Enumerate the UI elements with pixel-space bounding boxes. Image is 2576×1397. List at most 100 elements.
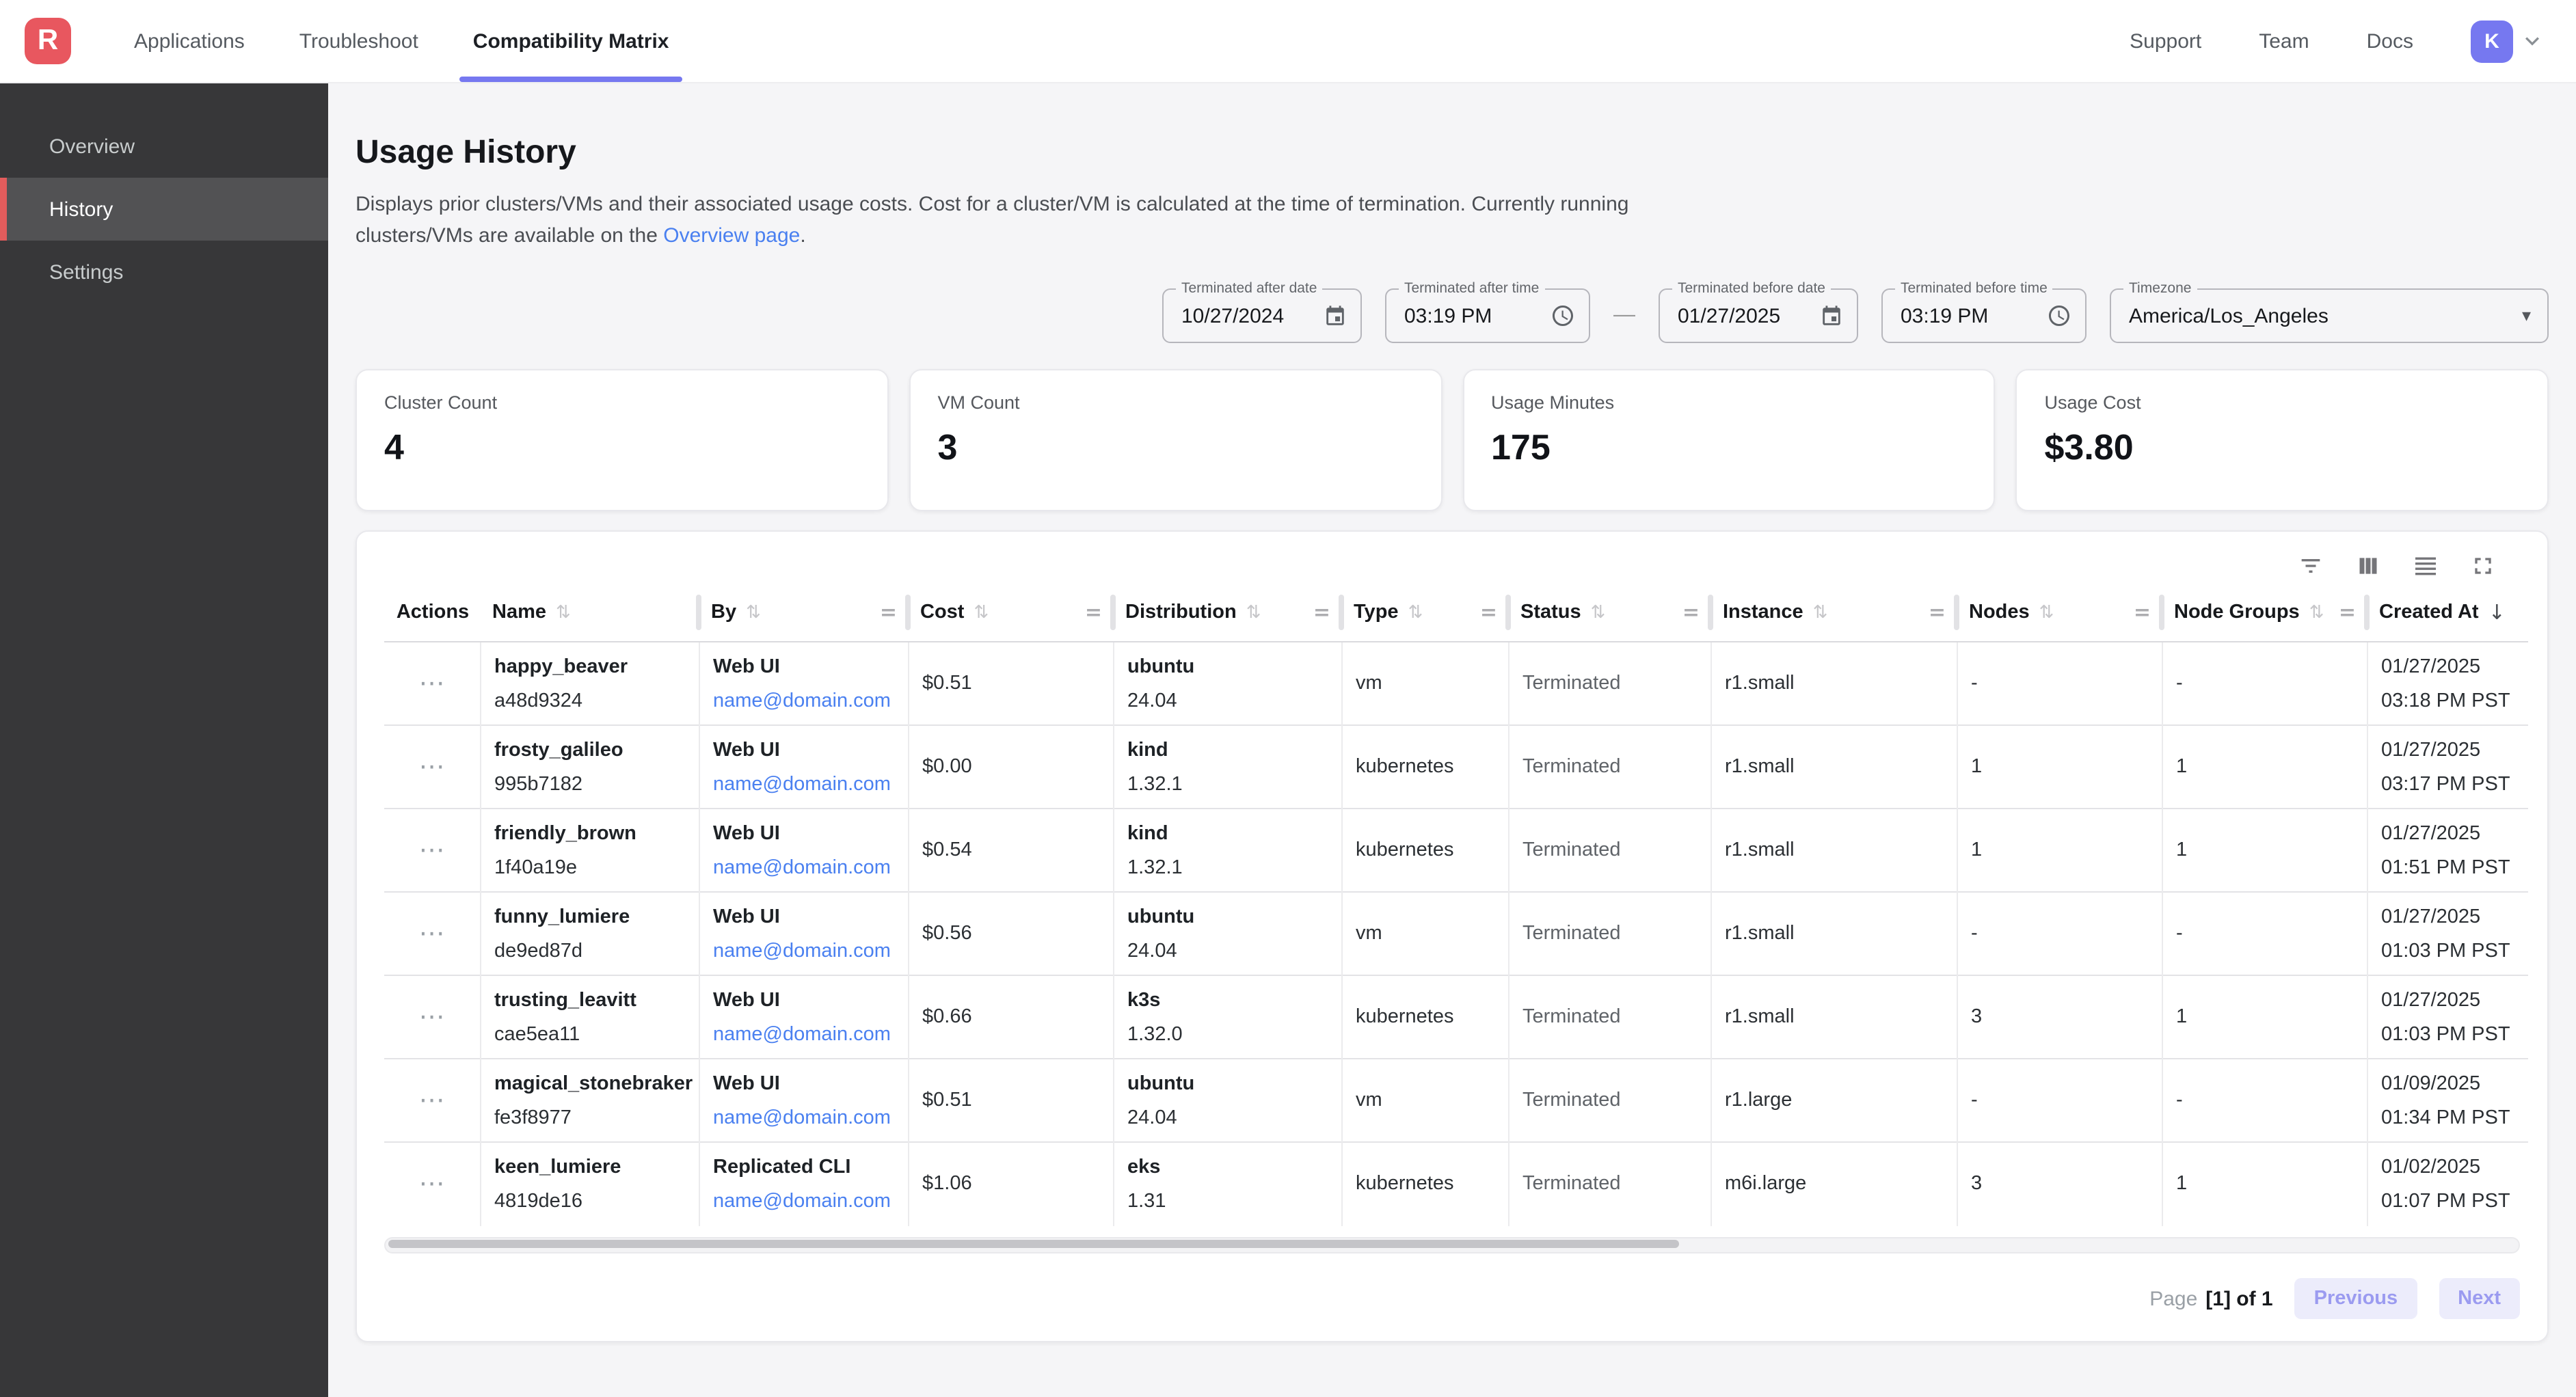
replicated-logo[interactable]: R — [25, 18, 71, 64]
column-resize-handle[interactable] — [2159, 595, 2164, 630]
nav-item-docs[interactable]: Docs — [2367, 29, 2413, 53]
page-title: Usage History — [355, 134, 2549, 172]
col-header-by[interactable]: By⇅= — [699, 584, 908, 642]
type-cell: vm — [1341, 1059, 1508, 1142]
column-resize-handle[interactable] — [2364, 595, 2370, 630]
sort-icon[interactable]: ⇅ — [746, 602, 761, 623]
created-by-email-link[interactable]: name@domain.com — [713, 690, 894, 711]
column-resize-handle[interactable] — [1110, 595, 1116, 630]
chevron-down-icon[interactable] — [2519, 27, 2546, 55]
cluster-name: frosty_galileo — [494, 739, 684, 761]
column-drag-handle[interactable]: = — [880, 600, 897, 625]
column-drag-handle[interactable]: = — [1929, 600, 1946, 625]
sort-icon[interactable]: ⇅ — [1591, 602, 1606, 623]
cluster-name: keen_lumiere — [494, 1156, 684, 1178]
terminated-before-time-field[interactable]: Terminated before time 03:19 PM — [1881, 288, 2087, 343]
cluster-name: happy_beaver — [494, 655, 684, 677]
row-actions-button[interactable]: ⋯ — [419, 1085, 445, 1115]
avatar[interactable]: K — [2471, 20, 2513, 62]
col-header-type[interactable]: Type⇅= — [1341, 584, 1508, 642]
row-actions-button[interactable]: ⋯ — [419, 668, 445, 698]
cost-cell: $0.56 — [908, 892, 1113, 975]
columns-icon[interactable] — [2353, 551, 2383, 581]
col-header-instance[interactable]: Instance⇅= — [1710, 584, 1957, 642]
created-by-email-link[interactable]: name@domain.com — [713, 856, 894, 878]
sort-icon[interactable]: ⇅ — [1408, 602, 1423, 623]
row-actions-button[interactable]: ⋯ — [419, 751, 445, 781]
column-drag-handle[interactable]: = — [1085, 600, 1102, 625]
column-drag-handle[interactable]: = — [1313, 600, 1330, 625]
filter-icon[interactable] — [2296, 551, 2326, 581]
created-by-email-link[interactable]: name@domain.com — [713, 1191, 894, 1212]
row-actions-button[interactable]: ⋯ — [419, 918, 445, 948]
column-drag-handle[interactable]: = — [1480, 600, 1497, 625]
col-header-distribution[interactable]: Distribution⇅= — [1113, 584, 1341, 642]
nav-item-compatibility-matrix[interactable]: Compatibility Matrix — [473, 0, 669, 82]
horizontal-scrollbar-thumb[interactable] — [388, 1239, 1679, 1247]
column-resize-handle[interactable] — [905, 595, 911, 630]
created-at-cell: 01/27/202503:17 PM PST — [2367, 725, 2528, 809]
terminated-before-date-field[interactable]: Terminated before date 01/27/2025 — [1659, 288, 1858, 343]
row-actions-button[interactable]: ⋯ — [419, 835, 445, 865]
nav-item-troubleshoot[interactable]: Troubleshoot — [299, 0, 418, 82]
column-drag-handle[interactable]: = — [2339, 600, 2356, 625]
created-time: 01:07 PM PST — [2381, 1191, 2514, 1212]
column-drag-handle[interactable]: = — [2134, 600, 2151, 625]
cluster-name: funny_lumiere — [494, 906, 684, 927]
terminated-after-time-field[interactable]: Terminated after time 03:19 PM — [1385, 288, 1590, 343]
sort-icon[interactable]: ⇅ — [2039, 602, 2054, 623]
sidebar-item-settings[interactable]: Settings — [0, 241, 328, 303]
name-cell: friendly_brown1f40a19e — [480, 809, 699, 892]
row-actions-button[interactable]: ⋯ — [419, 1001, 445, 1031]
column-resize-handle[interactable] — [696, 595, 701, 630]
column-resize-handle[interactable] — [1505, 595, 1511, 630]
sort-desc-icon[interactable]: ↓ — [2488, 600, 2506, 625]
stat-card-usage-cost: Usage Cost $3.80 — [2016, 369, 2549, 511]
cluster-id: cae5ea11 — [494, 1023, 684, 1045]
created-by-email-link[interactable]: name@domain.com — [713, 773, 894, 795]
column-resize-handle[interactable] — [1708, 595, 1713, 630]
field-value: 03:19 PM — [1883, 304, 1988, 327]
user-menu[interactable]: K — [2471, 20, 2546, 62]
name-cell: happy_beavera48d9324 — [480, 642, 699, 725]
sort-icon[interactable]: ⇅ — [974, 602, 989, 623]
sidebar-item-overview[interactable]: Overview — [0, 115, 328, 178]
nav-item-team[interactable]: Team — [2259, 29, 2309, 53]
column-resize-handle[interactable] — [1954, 595, 1959, 630]
sidebar-item-history[interactable]: History — [0, 178, 328, 241]
instance-cell: r1.small — [1710, 892, 1957, 975]
next-page-button[interactable]: Next — [2439, 1278, 2520, 1319]
distribution-cell: eks1.31 — [1113, 1142, 1341, 1225]
by-cell: Replicated CLIname@domain.com — [699, 1142, 908, 1225]
created-by-email-link[interactable]: name@domain.com — [713, 1107, 894, 1128]
stat-card-usage-minutes: Usage Minutes 175 — [1462, 369, 1996, 511]
col-header-created-at[interactable]: Created At↓ — [2367, 584, 2528, 642]
sort-icon[interactable]: ⇅ — [2309, 602, 2324, 623]
status-cell: Terminated — [1508, 725, 1710, 809]
type-cell: vm — [1341, 642, 1508, 725]
col-header-name[interactable]: Name⇅ — [480, 584, 699, 642]
col-header-node-groups[interactable]: Node Groups⇅= — [2162, 584, 2367, 642]
nav-item-support[interactable]: Support — [2130, 29, 2201, 53]
overview-page-link[interactable]: Overview page — [663, 224, 800, 247]
distribution-cell: ubuntu24.04 — [1113, 642, 1341, 725]
row-actions-button[interactable]: ⋯ — [419, 1169, 445, 1199]
col-header-status[interactable]: Status⇅= — [1508, 584, 1710, 642]
created-by-email-link[interactable]: name@domain.com — [713, 1023, 894, 1045]
previous-page-button[interactable]: Previous — [2295, 1278, 2417, 1319]
timezone-select[interactable]: Timezone America/Los_Angeles ▾ — [2110, 288, 2549, 343]
sort-icon[interactable]: ⇅ — [556, 602, 571, 623]
fullscreen-icon[interactable] — [2468, 551, 2498, 581]
column-drag-handle[interactable]: = — [1682, 600, 1700, 625]
sort-icon[interactable]: ⇅ — [1813, 602, 1828, 623]
col-header-cost[interactable]: Cost⇅= — [908, 584, 1113, 642]
nav-item-applications[interactable]: Applications — [134, 0, 245, 82]
column-resize-handle[interactable] — [1339, 595, 1344, 630]
cluster-name: friendly_brown — [494, 822, 684, 844]
sort-icon[interactable]: ⇅ — [1246, 602, 1261, 623]
density-icon[interactable] — [2411, 551, 2441, 581]
created-by-email-link[interactable]: name@domain.com — [713, 940, 894, 962]
terminated-after-date-field[interactable]: Terminated after date 10/27/2024 — [1162, 288, 1362, 343]
col-header-nodes[interactable]: Nodes⇅= — [1957, 584, 2162, 642]
instance-cell: r1.small — [1710, 642, 1957, 725]
